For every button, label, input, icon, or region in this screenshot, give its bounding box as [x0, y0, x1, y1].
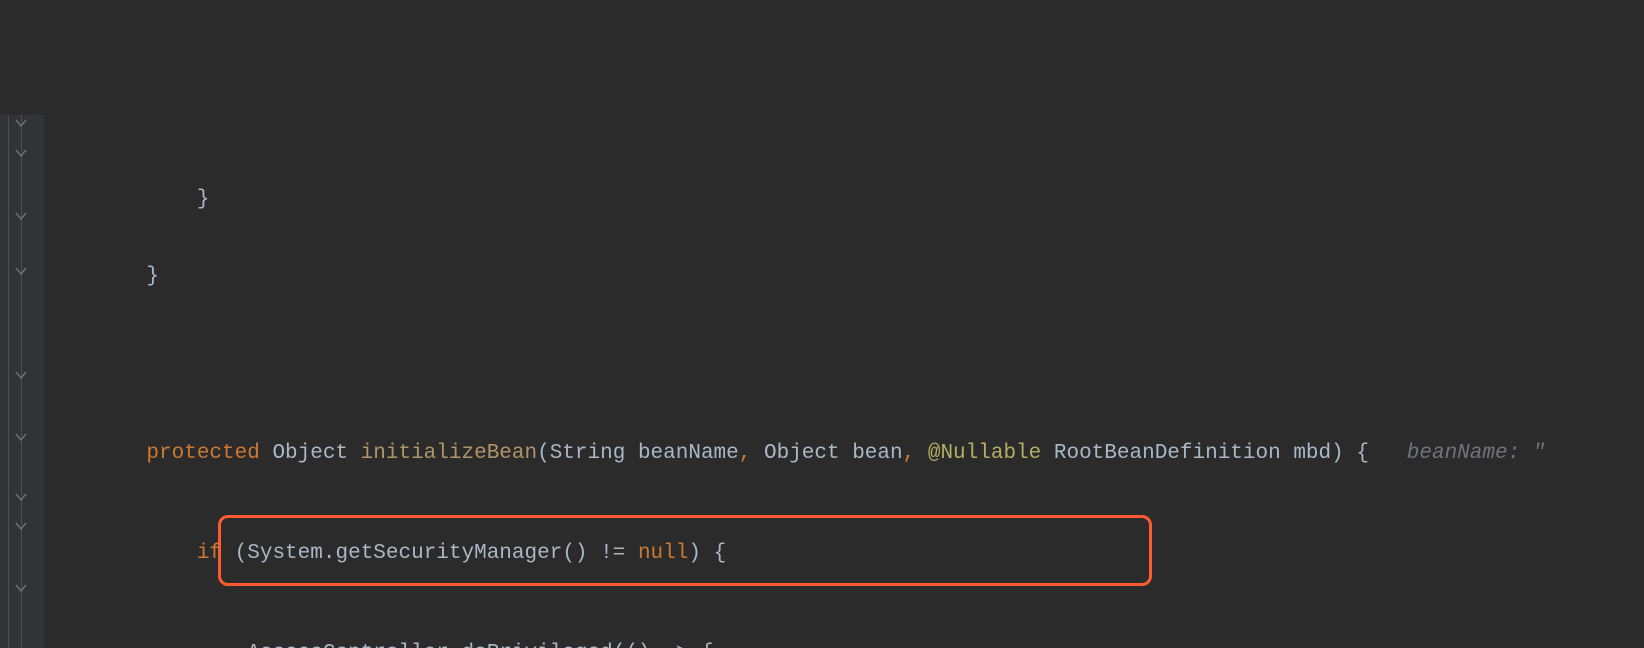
code-editor[interactable]: } } protected Object initializeBean(Stri… — [0, 115, 1644, 648]
code-text: Object — [764, 442, 852, 465]
code-text: doPrivileged — [461, 642, 612, 648]
gutter[interactable] — [0, 115, 44, 648]
code-line[interactable]: protected Object initializeBean(String b… — [44, 438, 1644, 469]
code-text — [96, 642, 247, 648]
fold-toggle-icon[interactable] — [13, 518, 29, 534]
fold-toggle-icon[interactable] — [13, 115, 29, 131]
code-text: () != — [562, 542, 638, 565]
code-text: (() -> { — [613, 642, 714, 648]
code-line[interactable]: } — [44, 184, 1644, 215]
code-text: ) { — [1331, 442, 1369, 465]
code-text: } — [96, 265, 159, 288]
code-line[interactable]: if (System.getSecurityManager() != null)… — [44, 538, 1644, 569]
inlay-hint: beanName: " — [1369, 442, 1545, 465]
code-text: String — [550, 442, 638, 465]
code-line[interactable]: AccessController.doPrivileged(() -> { — [44, 638, 1644, 648]
punct: , — [903, 442, 928, 465]
code-text: . — [323, 542, 336, 565]
code-text — [96, 442, 146, 465]
code-text: beanName — [638, 442, 739, 465]
code-text: . — [449, 642, 462, 648]
annotation: @Nullable — [928, 442, 1054, 465]
code-text: mbd — [1293, 442, 1331, 465]
code-area[interactable]: } } protected Object initializeBean(Stri… — [44, 115, 1644, 648]
keyword: null — [638, 542, 688, 565]
fold-toggle-icon[interactable] — [13, 429, 29, 445]
code-text: System — [247, 542, 323, 565]
code-text: getSecurityManager — [335, 542, 562, 565]
keyword: if — [197, 542, 235, 565]
code-text: ( — [235, 542, 248, 565]
punct: , — [739, 442, 764, 465]
keyword: protected — [146, 442, 259, 465]
code-text: Object — [260, 442, 361, 465]
fold-toggle-icon[interactable] — [13, 580, 29, 596]
fold-toggle-icon[interactable] — [13, 263, 29, 279]
code-text: RootBeanDefinition — [1054, 442, 1293, 465]
fold-toggle-icon[interactable] — [13, 489, 29, 505]
code-text: bean — [852, 442, 902, 465]
code-text: AccessController — [247, 642, 449, 648]
code-text: ) { — [688, 542, 726, 565]
fold-toggle-icon[interactable] — [13, 145, 29, 161]
fold-guide — [8, 115, 9, 648]
code-text — [96, 542, 197, 565]
fold-toggle-icon[interactable] — [13, 367, 29, 383]
code-line[interactable]: } — [44, 261, 1644, 292]
code-line[interactable] — [44, 338, 1644, 369]
code-text: } — [96, 188, 209, 211]
method-name: initializeBean — [361, 442, 537, 465]
code-text: ( — [537, 442, 550, 465]
fold-toggle-icon[interactable] — [13, 208, 29, 224]
